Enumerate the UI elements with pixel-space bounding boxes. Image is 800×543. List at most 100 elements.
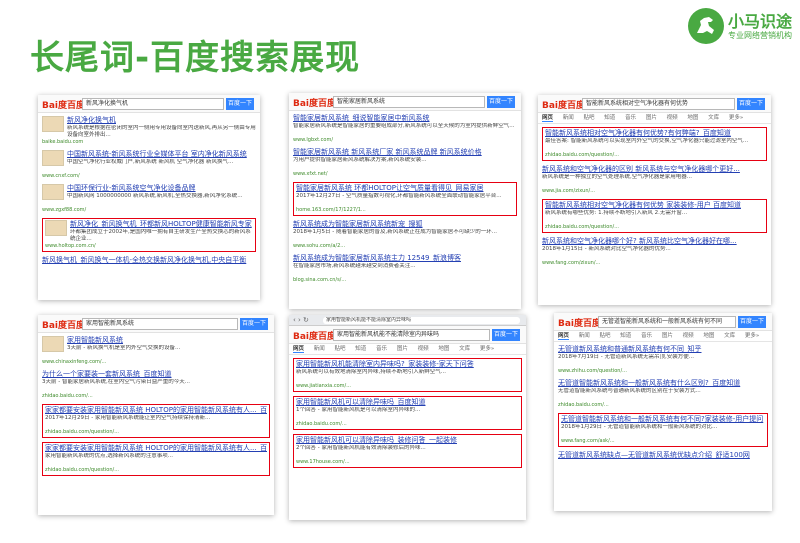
search-result[interactable]: 为什么一个家要装一套新风系统_百度知道 3天前 - 智能家居新风系统,在室内空气… [42, 370, 270, 400]
tab-images[interactable]: 图片 [397, 346, 408, 352]
search-result-highlighted[interactable]: 智能新风系统相对空气净化器有何优势?有何弊端?_百度知道 最佳答案: 智能新风系… [542, 127, 767, 161]
tab-music[interactable]: 音乐 [641, 333, 652, 339]
tab-map[interactable]: 地图 [703, 333, 714, 339]
tab-zhidao[interactable]: 知道 [604, 115, 615, 121]
result-title[interactable]: 家家都要安装家用智能新风系统 HOLTOP的家用智能新风系统有人..._百度知道 [45, 444, 267, 453]
result-title[interactable]: 新风净化换气机 [67, 116, 256, 125]
search-button[interactable]: 百度一下 [226, 98, 254, 110]
search-button[interactable]: 百度一下 [487, 96, 515, 108]
tab-video[interactable]: 视频 [683, 333, 694, 339]
result-title[interactable]: 新风系统和空气净化器哪个好? 新风系统比空气净化器好在哪... [542, 237, 767, 246]
result-title[interactable]: 智能家居新风系统 新风系统厂家 新风系统品牌 新风系统价格 [293, 148, 517, 157]
search-result[interactable]: 中国新风系统-新风系统行业全媒体平台 室内净化新风系统 中国空气净化行业权威门户… [42, 150, 256, 180]
result-url[interactable]: www.jiatianxia.com/... [296, 383, 519, 390]
result-url[interactable]: www.holtop.com.cn/ [45, 243, 253, 250]
tab-map[interactable]: 地图 [438, 346, 449, 352]
tab-wenku[interactable]: 文库 [708, 115, 719, 121]
tab-images[interactable]: 图片 [646, 115, 657, 121]
result-title[interactable]: 中国新风系统-新风系统行业全媒体平台 室内净化新风系统 [67, 150, 256, 159]
search-input[interactable]: 智能新风系统相对空气净化器有何优势 [582, 98, 735, 110]
result-title[interactable]: 智能新风系统相对空气净化器有何优势 家装装修-用户 百度知道 [545, 201, 764, 210]
tab-news[interactable]: 新闻 [563, 115, 574, 121]
result-url[interactable]: www.xfxt.net/ [293, 171, 517, 178]
result-url[interactable]: www.fang.com/zixun/... [542, 260, 767, 267]
result-title[interactable]: 智能家居新风系统_细说智能家居中新风系统 [293, 114, 517, 123]
result-title[interactable]: 无管道智能新风系统和一般新风系统有何不同?家装装修-用户提问 [561, 415, 765, 424]
result-url[interactable]: www.chinaxinfeng.com/... [42, 359, 270, 366]
tab-news[interactable]: 新闻 [314, 346, 325, 352]
result-url[interactable]: zhidao.baidu.com/... [296, 421, 519, 428]
result-title[interactable]: 新风换气机_新风换气一体机-全热交换新风净化换气机,中央自平衡 [42, 256, 256, 265]
result-title[interactable]: 智能新风系统相对空气净化器有何优势?有何弊端?_百度知道 [545, 129, 764, 138]
result-title[interactable]: 无管道智能新风系统和一般新风系统有什么区别?_百度知道 [558, 379, 768, 388]
result-url[interactable]: www.sohu.com/a/2... [293, 243, 517, 250]
search-input[interactable]: 新风净化换气机 [82, 98, 224, 110]
tab-music[interactable]: 音乐 [376, 346, 387, 352]
result-url[interactable]: zhidao.baidu.com/question/... [45, 467, 267, 474]
tab-web[interactable]: 网页 [558, 333, 570, 340]
tab-video[interactable]: 视频 [418, 346, 429, 352]
tab-tieba[interactable]: 贴吧 [600, 333, 611, 339]
result-title[interactable]: 家家都要安装家用智能新风系统 HOLTOP的家用智能新风系统有人..._百度知道 [45, 406, 267, 415]
tab-zhidao[interactable]: 知道 [620, 333, 631, 339]
result-url[interactable]: baike.baidu.com [42, 139, 256, 146]
search-result-highlighted[interactable]: 智能家居新风系统 环都HOLTOP让空气质量看得见_网易家居 2017年12月2… [293, 182, 517, 216]
search-result[interactable]: 智能家居新风系统 新风系统厂家 新风系统品牌 新风系统价格 为用户提供智能家居新… [293, 148, 517, 178]
result-title[interactable]: 新风净化_新风换气机_环都新风HOLTOP健康智能新风专家 [70, 220, 253, 229]
search-result[interactable]: 新风换气机_新风换气一体机-全热交换新风净化换气机,中央自平衡 [42, 256, 256, 265]
search-result[interactable]: 智能家居新风系统_细说智能家居中新风系统 智能家居新风系统是智能家居的重要组成部… [293, 114, 517, 144]
result-title[interactable]: 为什么一个家要装一套新风系统_百度知道 [42, 370, 270, 379]
search-input[interactable]: 无管道智能新风系统和一般新风系统有何不同 [598, 316, 736, 328]
search-result[interactable]: 家用智能新风系统 3天前 - 新风换气机是室内外空气交换的设备... www.c… [42, 336, 270, 366]
tab-zhidao[interactable]: 知道 [355, 346, 366, 352]
tab-more[interactable]: 更多» [745, 333, 759, 339]
search-result[interactable]: 新风系统和空气净化器哪个好? 新风系统比空气净化器好在哪... 2018年1月1… [542, 237, 767, 267]
search-button[interactable]: 百度一下 [240, 318, 268, 330]
search-result-highlighted[interactable]: 无管道智能新风系统和一般新风系统有何不同?家装装修-用户提问 2018年1月29… [558, 413, 768, 447]
tab-tieba[interactable]: 贴吧 [335, 346, 346, 352]
search-result-highlighted[interactable]: 新风净化_新风换气机_环都新风HOLTOP健康智能新风专家 环都集团成立于200… [42, 218, 256, 252]
tab-more[interactable]: 更多» [729, 115, 743, 121]
tab-map[interactable]: 地图 [687, 115, 698, 121]
search-button[interactable]: 百度一下 [492, 329, 520, 341]
tab-tieba[interactable]: 贴吧 [584, 115, 595, 121]
result-url[interactable]: www.zgxf88.com/ [42, 207, 256, 214]
search-result-highlighted[interactable]: 家用智能新风机能清除室内异味吗?_家装装修-家天下问答 新风系统可以有效地清除室… [293, 358, 522, 392]
tab-news[interactable]: 新闻 [579, 333, 590, 339]
result-url[interactable]: zhidao.baidu.com/... [558, 402, 768, 409]
search-result[interactable]: 新风系统成为智能家居新风系统新宠_搜狐 2018年1月5日 - 随着智能家居的普… [293, 220, 517, 250]
search-result[interactable]: 新风系统成为智能家居新风系统主力 12549_新浪博客 在智能家居市场,新风系统… [293, 254, 517, 284]
result-title[interactable]: 家用智能新风机能清除室内异味吗?_家装装修-家天下问答 [296, 360, 519, 369]
result-title[interactable]: 家用智能新风机可以清除异味吗_装修问答_一起装修 [296, 436, 519, 445]
result-title[interactable]: 新风系统成为智能家居新风系统新宠_搜狐 [293, 220, 517, 229]
search-result-highlighted[interactable]: 家家都要安装家用智能新风系统 HOLTOP的家用智能新风系统有人..._百度知道… [42, 404, 270, 438]
search-result[interactable]: 无管道新风系统和普通新风系统有何不同_知乎 2018年7月19日 - 无管道新风… [558, 345, 768, 375]
result-title[interactable]: 无管道新风系统和普通新风系统有何不同_知乎 [558, 345, 768, 354]
result-url[interactable]: www.17house.com/... [296, 459, 519, 466]
result-url[interactable]: zhidao.baidu.com/question/... [545, 152, 764, 159]
result-title[interactable]: 中国环保行业-新风系统空气净化设备品牌 [67, 184, 256, 193]
result-title[interactable]: 智能家居新风系统 环都HOLTOP让空气质量看得见_网易家居 [296, 184, 514, 193]
result-url[interactable]: www.lgbxt.com/ [293, 137, 517, 144]
result-title[interactable]: 家用智能新风机可以清除异味吗_百度知道 [296, 398, 519, 407]
search-result[interactable]: 中国环保行业-新风系统空气净化设备品牌 中国新风网 1000000000 新风系… [42, 184, 256, 214]
result-url[interactable]: blog.sina.com.cn/s/... [293, 277, 517, 284]
address-bar[interactable]: 家用智能新风机能不能清除室内异味吗 [323, 317, 520, 324]
result-url[interactable]: www.jia.com/zixun/... [542, 188, 767, 195]
search-input[interactable]: 家用智能新风系统 [82, 318, 238, 330]
tab-web[interactable]: 网页 [542, 115, 554, 122]
search-result[interactable]: 新风净化换气机 新风系统是根据在密闭的室内一侧用专用设备向室内送新风,再从另一侧… [42, 116, 256, 146]
tab-music[interactable]: 音乐 [625, 115, 636, 121]
search-result-highlighted[interactable]: 家家都要安装家用智能新风系统 HOLTOP的家用智能新风系统有人..._百度知道… [42, 442, 270, 476]
tab-wenku[interactable]: 文库 [459, 346, 470, 352]
result-url[interactable]: zhidao.baidu.com/question/... [545, 224, 764, 231]
result-title[interactable]: 新风系统和空气净化器的区别 新风系统与空气净化器哪个更好... [542, 165, 767, 174]
result-title[interactable]: 家用智能新风系统 [67, 336, 270, 345]
tab-more[interactable]: 更多» [480, 346, 494, 352]
tab-video[interactable]: 视频 [667, 115, 678, 121]
search-input[interactable]: 家用智能新风机能不能清除室内异味吗 [333, 329, 490, 341]
result-title[interactable]: 无管道新风系统缺点—无管道新风系统优缺点介绍_舒适100网 [558, 451, 768, 460]
tab-wenku[interactable]: 文库 [724, 333, 735, 339]
result-title[interactable]: 新风系统成为智能家居新风系统主力 12549_新浪博客 [293, 254, 517, 263]
search-button[interactable]: 百度一下 [738, 316, 766, 328]
